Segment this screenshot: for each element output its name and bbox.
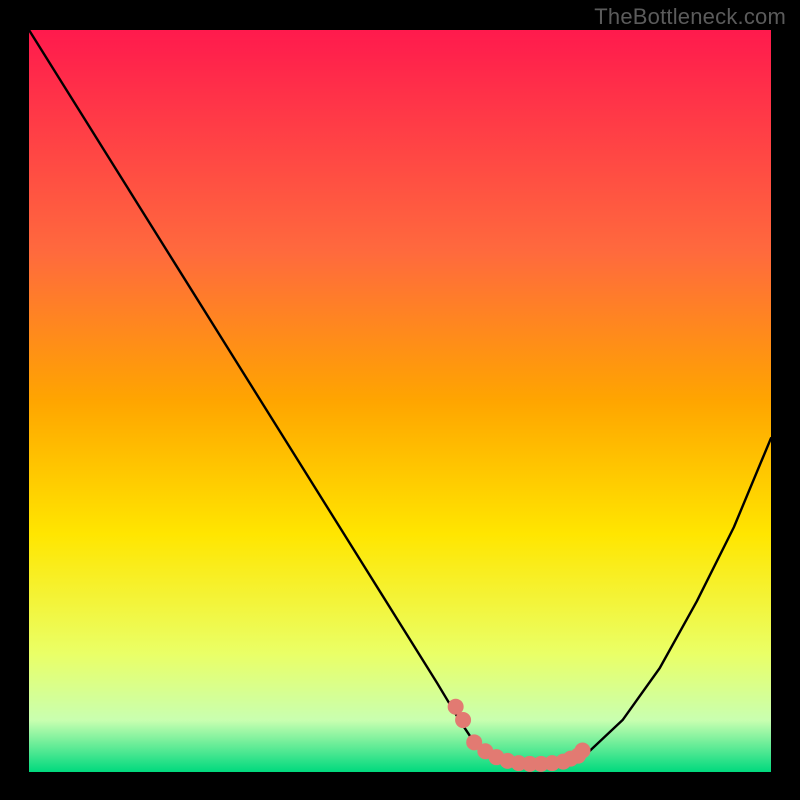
plot-area <box>29 30 771 772</box>
gradient-background <box>29 30 771 772</box>
chart-svg <box>29 30 771 772</box>
highlight-dot <box>455 712 471 728</box>
highlight-dot <box>575 742 591 758</box>
chart-stage: TheBottleneck.com <box>0 0 800 800</box>
watermark-text: TheBottleneck.com <box>594 4 786 30</box>
